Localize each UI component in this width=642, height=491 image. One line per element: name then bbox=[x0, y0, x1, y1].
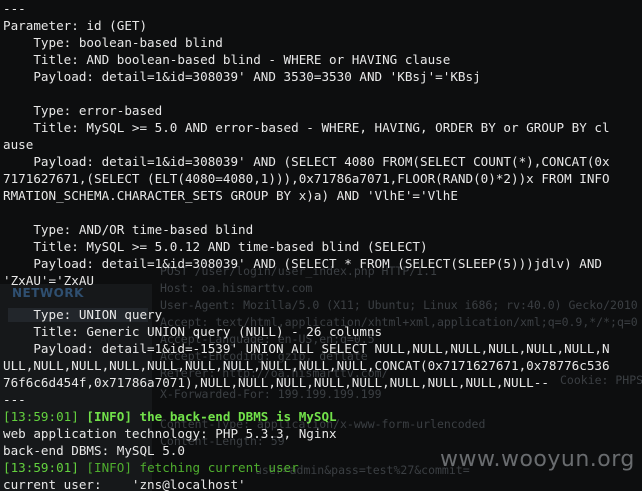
terminal-line: Parameter: id (GET) bbox=[3, 18, 148, 33]
terminal-line: Payload: detail=1&id=-1539' UNION ALL SE… bbox=[3, 341, 610, 356]
terminal-screen[interactable]: NETWORK POST /user/login/user_index.php … bbox=[0, 0, 642, 491]
log-timestamp: [13:59:01] bbox=[3, 460, 79, 475]
log-info-message: [INFO] the back-end DBMS is MySQL bbox=[78, 409, 337, 424]
terminal-line: Payload: detail=1&id=308039' AND (SELECT… bbox=[3, 154, 610, 169]
terminal-line: ULL,NULL,NULL,NULL,NULL,NULL,NULL,NULL,N… bbox=[3, 358, 610, 373]
terminal-output[interactable]: --- Parameter: id (GET) Type: boolean-bas… bbox=[3, 0, 642, 491]
terminal-line: 7171627671,(SELECT (ELT(4080=4080,1))),0… bbox=[3, 171, 610, 186]
terminal-line: --- bbox=[3, 1, 26, 16]
terminal-line: 'ZxAU'='ZxAU bbox=[3, 273, 94, 288]
log-timestamp: [13:59:01] bbox=[3, 409, 79, 424]
terminal-line: Type: AND/OR time-based blind bbox=[3, 222, 254, 237]
terminal-line: Type: UNION query bbox=[3, 307, 163, 322]
log-info-message: [INFO] fetching current user bbox=[78, 460, 299, 475]
terminal-line: [13:59:01] [INFO] the back-end DBMS is M… bbox=[3, 408, 642, 425]
terminal-line: Type: error-based bbox=[3, 103, 163, 118]
terminal-line: Payload: detail=1&id=308039' AND 3530=35… bbox=[3, 69, 481, 84]
terminal-line: current user: 'zns@localhost' bbox=[3, 477, 246, 491]
terminal-line: RMATION_SCHEMA.CHARACTER_SETS GROUP BY x… bbox=[3, 188, 458, 203]
terminal-line: ause bbox=[3, 137, 34, 152]
terminal-line: Title: Generic UNION query (NULL) - 26 c… bbox=[3, 324, 383, 339]
terminal-line: 76f6c6d454f,0x71786a7071),NULL,NULL,NULL… bbox=[3, 375, 549, 390]
terminal-line: Payload: detail=1&id=308039' AND (SELECT… bbox=[3, 256, 602, 271]
terminal-line: Title: AND boolean-based blind - WHERE o… bbox=[3, 52, 451, 67]
terminal-line: web application technology: PHP 5.3.3, N… bbox=[3, 426, 337, 441]
terminal-line: --- bbox=[3, 392, 26, 407]
terminal-line: Type: boolean-based blind bbox=[3, 35, 223, 50]
terminal-line: Title: MySQL >= 5.0.12 AND time-based bl… bbox=[3, 239, 428, 254]
terminal-line: Title: MySQL >= 5.0 AND error-based - WH… bbox=[3, 120, 610, 135]
watermark-text: www.wooyun.org bbox=[440, 447, 635, 472]
